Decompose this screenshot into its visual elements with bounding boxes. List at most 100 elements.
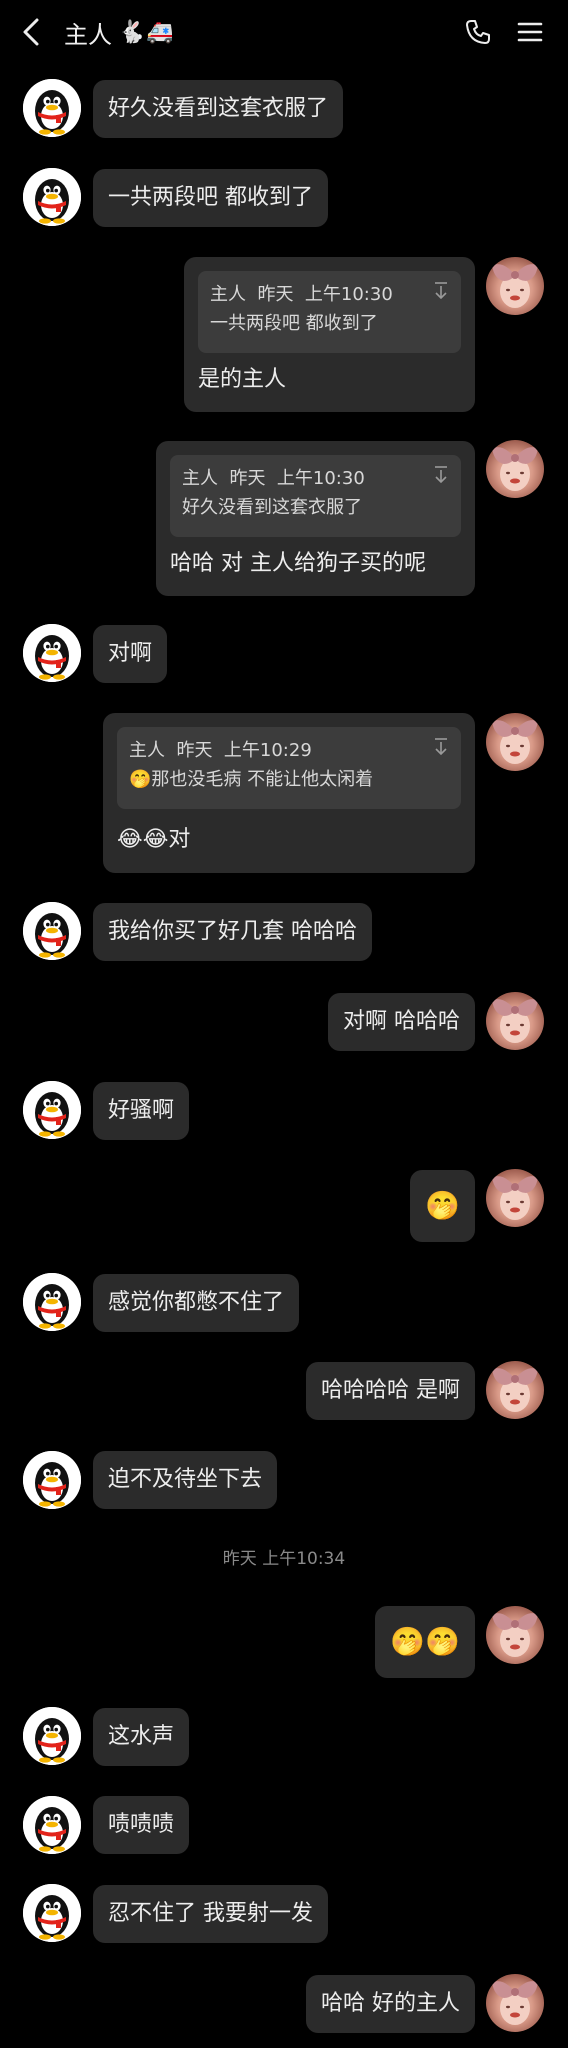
quoted-message[interactable]: 主人 昨天 上午10:29 🤭那也没毛病 不能让他太闲着 — [117, 727, 461, 809]
photo-avatar-icon — [486, 1974, 544, 2032]
reply-bubble[interactable]: 主人 昨天 上午10:30 好久没看到这套衣服了 哈哈 对 主人给狗子买的呢 — [156, 441, 475, 596]
penguin-avatar-icon — [23, 1451, 81, 1509]
contact-avatar[interactable] — [23, 1451, 81, 1509]
contact-avatar[interactable] — [23, 1707, 81, 1765]
message-text: 哈哈哈哈 是啊 — [321, 1378, 460, 1403]
collapse-arrow-icon[interactable] — [433, 281, 449, 299]
self-avatar[interactable] — [486, 1169, 544, 1227]
message-text: 忍不住了 我要射一发 — [108, 1901, 313, 1926]
message-bubble[interactable]: 哈哈哈哈 是啊 — [306, 1362, 475, 1420]
message-bubble[interactable]: 忍不住了 我要射一发 — [93, 1885, 328, 1943]
message-bubble[interactable]: 对啊 哈哈哈 — [328, 993, 475, 1051]
penguin-avatar-icon — [23, 1081, 81, 1139]
collapse-arrow-icon[interactable] — [433, 737, 449, 755]
message-emoji: 🤭🤭 — [390, 1625, 460, 1658]
photo-avatar-icon — [486, 1361, 544, 1419]
self-avatar[interactable] — [486, 713, 544, 771]
message-text: 哈哈 对 主人给狗子买的呢 — [170, 551, 426, 576]
message-text: 我给你买了好几套 哈哈哈 — [108, 919, 357, 944]
message-bubble[interactable]: 我给你买了好几套 哈哈哈 — [93, 903, 372, 961]
quote-author: 主人 — [129, 740, 165, 761]
message-bubble[interactable]: 好骚啊 — [93, 1082, 190, 1140]
penguin-avatar-icon — [23, 168, 81, 226]
message-emoji: 😂😂 — [117, 827, 169, 852]
quote-day: 昨天 — [229, 468, 266, 489]
quote-author: 主人 — [182, 468, 218, 489]
message-bubble[interactable]: 对啊 — [93, 625, 168, 683]
quote-day: 昨天 — [257, 284, 294, 305]
message-text: 对啊 哈哈哈 — [343, 1009, 460, 1034]
contact-avatar[interactable] — [23, 902, 81, 960]
photo-avatar-icon — [486, 1606, 544, 1664]
self-avatar[interactable] — [486, 992, 544, 1050]
penguin-avatar-icon — [23, 1707, 81, 1765]
photo-avatar-icon — [486, 713, 544, 771]
emoji-bubble[interactable]: 🤭 — [410, 1170, 475, 1242]
call-button[interactable] — [462, 16, 494, 48]
phone-icon — [466, 20, 490, 44]
self-avatar[interactable] — [486, 1361, 544, 1419]
self-avatar[interactable] — [486, 257, 544, 315]
contact-avatar[interactable] — [23, 1081, 81, 1139]
photo-avatar-icon — [486, 257, 544, 315]
message-text: 哈哈 好的主人 — [321, 1991, 460, 2016]
message-text: 对 — [168, 827, 191, 852]
contact-avatar[interactable] — [23, 1273, 81, 1331]
message-bubble[interactable]: 感觉你都憋不住了 — [93, 1274, 300, 1332]
message-text: 迫不及待坐下去 — [108, 1467, 263, 1492]
penguin-avatar-icon — [23, 1884, 81, 1942]
message-emoji: 🤭 — [425, 1189, 460, 1222]
self-avatar[interactable] — [486, 1606, 544, 1664]
back-button[interactable] — [18, 16, 44, 48]
message-text: 对啊 — [108, 641, 153, 666]
quote-emoji: 🤭 — [129, 769, 152, 790]
message-text: 是的主人 — [198, 367, 287, 392]
chevron-left-icon — [23, 18, 39, 46]
chat-title: 主人 🐇🚑 — [64, 16, 175, 49]
self-avatar[interactable] — [486, 1974, 544, 2032]
message-bubble[interactable]: 一共两段吧 都收到了 — [93, 169, 328, 227]
reply-bubble[interactable]: 主人 昨天 上午10:30 一共两段吧 都收到了 是的主人 — [184, 257, 475, 412]
contact-avatar[interactable] — [23, 1796, 81, 1854]
contact-avatar[interactable] — [23, 79, 81, 137]
message-bubble[interactable]: 哈哈 好的主人 — [306, 1975, 475, 2033]
contact-avatar[interactable] — [23, 624, 81, 682]
message-text: 这水声 — [108, 1724, 175, 1749]
time-divider: 昨天 上午10:34 — [222, 1549, 346, 1569]
chat-header: 主人 🐇🚑 — [0, 0, 568, 64]
message-text: 好久没看到这套衣服了 — [108, 96, 329, 121]
title-emoji: 🐇🚑 — [118, 19, 175, 45]
more-menu-button[interactable] — [514, 16, 546, 48]
penguin-avatar-icon — [23, 1273, 81, 1331]
self-avatar[interactable] — [486, 440, 544, 498]
emoji-bubble[interactable]: 🤭🤭 — [375, 1606, 475, 1678]
contact-avatar[interactable] — [23, 1884, 81, 1942]
message-bubble[interactable]: 这水声 — [93, 1708, 190, 1766]
quote-text: 好久没看到这套衣服了 — [182, 497, 362, 518]
photo-avatar-icon — [486, 1169, 544, 1227]
reply-bubble[interactable]: 主人 昨天 上午10:29 🤭那也没毛病 不能让他太闲着 😂😂对 — [103, 713, 475, 873]
quote-text: 一共两段吧 都收到了 — [210, 313, 378, 334]
quote-text: 那也没毛病 不能让他太闲着 — [151, 769, 374, 790]
message-bubble[interactable]: 啧啧啧 — [93, 1796, 190, 1854]
message-text: 一共两段吧 都收到了 — [108, 185, 313, 210]
contact-name: 主人 — [64, 20, 112, 49]
collapse-arrow-icon[interactable] — [433, 465, 449, 483]
message-text: 好骚啊 — [108, 1098, 175, 1123]
quote-day: 昨天 — [176, 740, 213, 761]
quote-time: 上午10:30 — [276, 468, 365, 489]
quoted-message[interactable]: 主人 昨天 上午10:30 好久没看到这套衣服了 — [170, 455, 461, 537]
contact-avatar[interactable] — [23, 168, 81, 226]
menu-icon — [517, 22, 543, 42]
message-bubble[interactable]: 迫不及待坐下去 — [93, 1451, 278, 1509]
message-text: 感觉你都憋不住了 — [108, 1290, 285, 1315]
quote-author: 主人 — [210, 284, 246, 305]
penguin-avatar-icon — [23, 1796, 81, 1854]
quoted-message[interactable]: 主人 昨天 上午10:30 一共两段吧 都收到了 — [198, 271, 461, 353]
message-text: 啧啧啧 — [108, 1812, 175, 1837]
penguin-avatar-icon — [23, 624, 81, 682]
penguin-avatar-icon — [23, 79, 81, 137]
quote-time: 上午10:30 — [304, 284, 393, 305]
message-bubble[interactable]: 好久没看到这套衣服了 — [93, 80, 344, 138]
quote-time: 上午10:29 — [223, 740, 312, 761]
